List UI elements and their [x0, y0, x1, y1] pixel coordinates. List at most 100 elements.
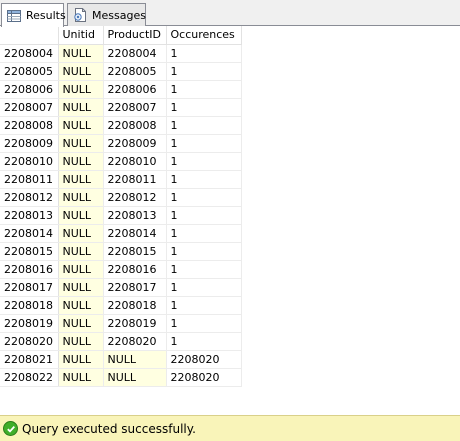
- table-cell[interactable]: 2208015: [103, 242, 167, 261]
- table-cell[interactable]: NULL: [103, 350, 167, 369]
- table-row[interactable]: 2208017 NULL 2208017 1: [0, 278, 242, 297]
- table-cell[interactable]: 2208014: [103, 224, 167, 243]
- row-header-cell[interactable]: 2208004: [0, 44, 59, 63]
- table-cell[interactable]: 2208020: [166, 350, 242, 369]
- row-header-cell[interactable]: 2208018: [0, 296, 59, 315]
- table-row[interactable]: 2208013 NULL 2208013 1: [0, 206, 242, 225]
- table-cell[interactable]: 2208009: [103, 134, 167, 153]
- row-header-cell[interactable]: 2208021: [0, 350, 59, 369]
- table-cell[interactable]: 1: [166, 224, 242, 243]
- table-row[interactable]: 2208018 NULL 2208018 1: [0, 296, 242, 315]
- table-cell[interactable]: 2208006: [103, 80, 167, 99]
- table-cell[interactable]: 1: [166, 116, 242, 135]
- table-row[interactable]: 2208005 NULL 2208005 1: [0, 62, 242, 81]
- table-cell[interactable]: 1: [166, 242, 242, 261]
- table-row[interactable]: 2208011 NULL 2208011 1: [0, 170, 242, 189]
- table-row[interactable]: 2208008 NULL 2208008 1: [0, 116, 242, 135]
- table-cell[interactable]: NULL: [58, 206, 104, 225]
- table-row[interactable]: 2208019 NULL 2208019 1: [0, 314, 242, 333]
- table-cell[interactable]: 2208005: [103, 62, 167, 81]
- table-cell[interactable]: NULL: [58, 350, 104, 369]
- row-header-cell[interactable]: 2208016: [0, 260, 59, 279]
- table-row[interactable]: 2208022 NULL NULL 2208020: [0, 368, 242, 387]
- row-header-cell[interactable]: 2208010: [0, 152, 59, 171]
- table-cell[interactable]: 2208017: [103, 278, 167, 297]
- row-header-cell[interactable]: 2208005: [0, 62, 59, 81]
- results-grid[interactable]: Unitid ProductID Occurences 2208004 NULL 2…: [0, 26, 460, 415]
- table-cell[interactable]: NULL: [58, 152, 104, 171]
- table-cell[interactable]: NULL: [58, 368, 104, 387]
- row-header-cell[interactable]: 2208006: [0, 80, 59, 99]
- grid-corner[interactable]: [0, 26, 59, 45]
- table-cell[interactable]: NULL: [58, 116, 104, 135]
- row-header-cell[interactable]: 2208019: [0, 314, 59, 333]
- row-header-cell[interactable]: 2208017: [0, 278, 59, 297]
- table-cell[interactable]: 2208018: [103, 296, 167, 315]
- table-cell[interactable]: 1: [166, 314, 242, 333]
- row-header-cell[interactable]: 2208022: [0, 368, 59, 387]
- table-cell[interactable]: 2208007: [103, 98, 167, 117]
- table-cell[interactable]: 1: [166, 332, 242, 351]
- row-header-cell[interactable]: 2208013: [0, 206, 59, 225]
- table-cell[interactable]: NULL: [58, 224, 104, 243]
- table-row[interactable]: 2208007 NULL 2208007 1: [0, 98, 242, 117]
- table-cell[interactable]: 2208020: [166, 368, 242, 387]
- row-header-cell[interactable]: 2208020: [0, 332, 59, 351]
- table-cell[interactable]: 1: [166, 134, 242, 153]
- table-row[interactable]: 2208020 NULL 2208020 1: [0, 332, 242, 351]
- table-row[interactable]: 2208021 NULL NULL 2208020: [0, 350, 242, 369]
- table-cell[interactable]: 2208016: [103, 260, 167, 279]
- table-cell[interactable]: 1: [166, 206, 242, 225]
- column-header-occurences[interactable]: Occurences: [166, 26, 242, 45]
- table-cell[interactable]: 2208020: [103, 332, 167, 351]
- table-cell[interactable]: 2208019: [103, 314, 167, 333]
- row-header-cell[interactable]: 2208009: [0, 134, 59, 153]
- table-cell[interactable]: NULL: [58, 44, 104, 63]
- table-row[interactable]: 2208015 NULL 2208015 1: [0, 242, 242, 261]
- table-cell[interactable]: NULL: [58, 332, 104, 351]
- column-header-productid[interactable]: ProductID: [103, 26, 167, 45]
- table-row[interactable]: 2208004 NULL 2208004 1: [0, 44, 242, 63]
- column-header-unitid[interactable]: Unitid: [58, 26, 104, 45]
- table-cell[interactable]: 1: [166, 62, 242, 81]
- table-cell[interactable]: 2208004: [103, 44, 167, 63]
- table-row[interactable]: 2208010 NULL 2208010 1: [0, 152, 242, 171]
- table-cell[interactable]: 1: [166, 98, 242, 117]
- table-cell[interactable]: 1: [166, 296, 242, 315]
- row-header-cell[interactable]: 2208015: [0, 242, 59, 261]
- table-cell[interactable]: NULL: [58, 62, 104, 81]
- table-cell[interactable]: 1: [166, 188, 242, 207]
- table-cell[interactable]: NULL: [58, 278, 104, 297]
- table-cell[interactable]: 1: [166, 152, 242, 171]
- row-header-cell[interactable]: 2208008: [0, 116, 59, 135]
- table-cell[interactable]: NULL: [58, 188, 104, 207]
- table-cell[interactable]: 2208013: [103, 206, 167, 225]
- table-cell[interactable]: 1: [166, 80, 242, 99]
- table-cell[interactable]: 1: [166, 260, 242, 279]
- table-cell[interactable]: 1: [166, 278, 242, 297]
- table-cell[interactable]: NULL: [58, 80, 104, 99]
- table-cell[interactable]: 2208012: [103, 188, 167, 207]
- row-header-cell[interactable]: 2208011: [0, 170, 59, 189]
- table-row[interactable]: 2208014 NULL 2208014 1: [0, 224, 242, 243]
- table-cell[interactable]: NULL: [58, 98, 104, 117]
- table-cell[interactable]: 2208010: [103, 152, 167, 171]
- table-cell[interactable]: 2208011: [103, 170, 167, 189]
- row-header-cell[interactable]: 2208012: [0, 188, 59, 207]
- table-cell[interactable]: NULL: [58, 314, 104, 333]
- table-cell[interactable]: NULL: [58, 296, 104, 315]
- table-cell[interactable]: NULL: [58, 134, 104, 153]
- table-cell[interactable]: 2208008: [103, 116, 167, 135]
- table-cell[interactable]: NULL: [58, 260, 104, 279]
- tab-messages[interactable]: Messages: [67, 3, 146, 26]
- table-cell[interactable]: NULL: [103, 368, 167, 387]
- table-cell[interactable]: NULL: [58, 170, 104, 189]
- table-row[interactable]: 2208009 NULL 2208009 1: [0, 134, 242, 153]
- table-cell[interactable]: NULL: [58, 242, 104, 261]
- table-cell[interactable]: 1: [166, 44, 242, 63]
- row-header-cell[interactable]: 2208007: [0, 98, 59, 117]
- table-row[interactable]: 2208006 NULL 2208006 1: [0, 80, 242, 99]
- table-row[interactable]: 2208016 NULL 2208016 1: [0, 260, 242, 279]
- table-row[interactable]: 2208012 NULL 2208012 1: [0, 188, 242, 207]
- table-cell[interactable]: 1: [166, 170, 242, 189]
